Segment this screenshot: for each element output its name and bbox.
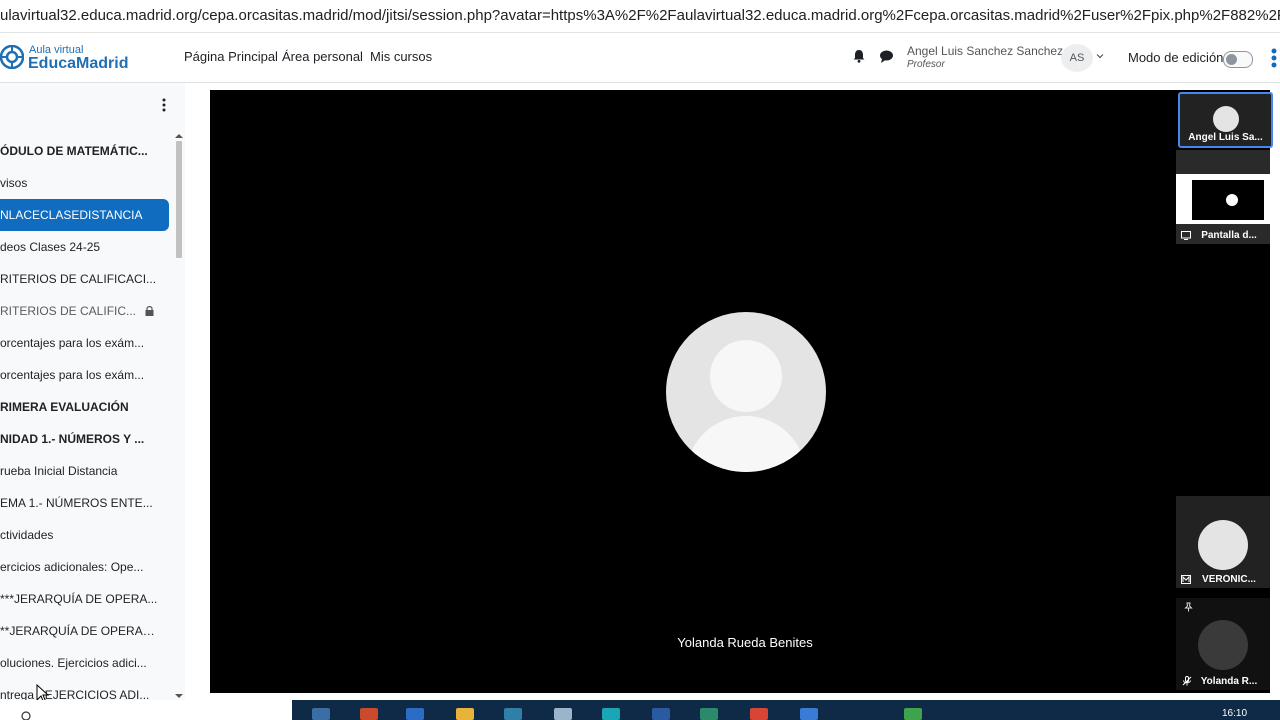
scroll-down-arrow-icon[interactable] xyxy=(175,693,183,699)
taskbar-apps-area xyxy=(292,700,1280,720)
course-index-label: ctividades xyxy=(0,528,54,542)
user-role: Profesor xyxy=(907,59,945,70)
course-index-label: RITERIOS DE CALIFIC... xyxy=(0,304,137,318)
app-icon[interactable] xyxy=(904,708,922,720)
user-name[interactable]: Angel Luis Sanchez Sanchez xyxy=(907,44,1063,58)
nav-pagina-principal[interactable]: Página Principal xyxy=(184,49,278,64)
edit-mode-label: Modo de edición xyxy=(1128,50,1224,65)
participants-filmstrip: Angel Luis Sa... Pantalla d... VERÓNIC..… xyxy=(1176,90,1280,700)
address-bar[interactable]: ulavirtual32.educa.madrid.org/cepa.orcas… xyxy=(0,0,1280,33)
task-view-icon[interactable] xyxy=(312,708,330,720)
toggle-knob xyxy=(1226,54,1237,65)
active-speaker-name: Yolanda Rueda Benites xyxy=(677,635,813,650)
course-index-item[interactable]: orcentajes para los exám... xyxy=(0,359,160,391)
course-index-item[interactable]: ercicios adicionales: Ope... xyxy=(0,551,160,583)
messages-icon[interactable] xyxy=(879,49,894,64)
course-index-label: deos Clases 24-25 xyxy=(0,240,101,254)
participant-avatar xyxy=(1198,620,1248,670)
course-index-section[interactable]: RIMERA EVALUACIÓN xyxy=(0,391,160,423)
course-index-item[interactable]: oluciones. Ejercicios adici... xyxy=(0,647,160,679)
app-icon[interactable] xyxy=(504,708,522,720)
course-index-list: ÓDULO DE MATEMÁTIC... visos NLACECLASEDIST… xyxy=(0,135,170,700)
course-index-item[interactable]: EMA 1.- NÚMEROS ENTE... xyxy=(0,487,160,519)
user-avatar[interactable]: AS xyxy=(1061,44,1093,72)
course-index-label: rueba Inicial Distancia xyxy=(0,464,118,478)
url-text[interactable]: ulavirtual32.educa.madrid.org/cepa.orcas… xyxy=(0,7,1280,24)
screen-share-preview xyxy=(1176,174,1270,224)
app-icon[interactable] xyxy=(554,708,572,720)
course-index-label: **JERARQUÍA DE OPERAC... xyxy=(0,624,160,638)
app-icon[interactable] xyxy=(800,708,818,720)
participant-avatar xyxy=(1213,106,1239,132)
course-index-item[interactable]: **JERARQUÍA DE OPERAC... xyxy=(0,615,160,647)
outlook-icon[interactable] xyxy=(406,708,424,720)
screen-share-tile[interactable]: Pantalla d... xyxy=(1176,150,1270,244)
course-index-label: orcentajes para los exám... xyxy=(0,368,145,382)
taskbar-clock[interactable]: 16:10 xyxy=(1222,708,1247,719)
edit-mode-toggle[interactable] xyxy=(1223,51,1253,68)
os-taskbar: 16:10 xyxy=(0,700,1280,720)
participant-avatar xyxy=(1198,520,1248,570)
course-index-label: ***JERARQUÍA DE OPERA... xyxy=(0,592,158,606)
chevron-down-icon[interactable] xyxy=(1096,52,1104,60)
lock-icon xyxy=(145,306,154,316)
chrome-icon[interactable] xyxy=(750,708,768,720)
participant-tile[interactable]: VERÓNIC... xyxy=(1176,496,1270,588)
course-index-label: RIMERA EVALUACIÓN xyxy=(0,400,129,414)
course-index-drawer: ÓDULO DE MATEMÁTIC... visos NLACECLASEDIST… xyxy=(0,83,185,700)
course-index-label: ÓDULO DE MATEMÁTIC... xyxy=(0,144,148,158)
participant-name: VERÓNIC... xyxy=(1202,574,1256,585)
video-stage[interactable]: Yolanda Rueda Benites xyxy=(210,90,1270,693)
course-index-label: ntrega - EJERCICIOS ADI... xyxy=(0,688,150,700)
logo-title: EducaMadrid xyxy=(28,55,129,72)
more-options-icon[interactable] xyxy=(160,98,168,112)
participant-tile[interactable]: Yolanda R... xyxy=(1176,598,1270,690)
drawer-scrollbar-thumb[interactable] xyxy=(176,141,182,258)
course-index-label: oluciones. Ejercicios adici... xyxy=(0,656,147,670)
course-index-section[interactable]: NIDAD 1.- NÚMEROS Y ... xyxy=(0,423,160,455)
nav-area-personal[interactable]: Área personal xyxy=(282,49,363,64)
file-explorer-icon[interactable] xyxy=(456,708,474,720)
course-index-label: orcentajes para los exám... xyxy=(0,336,145,350)
course-index-item[interactable]: RITERIOS DE CALIFIC... xyxy=(0,295,160,327)
speaker-avatar xyxy=(666,312,826,472)
educamadrid-logo[interactable]: Aula virtual EducaMadrid xyxy=(0,43,140,73)
course-index-label: EMA 1.- NÚMEROS ENTE... xyxy=(0,496,153,510)
participant-tile[interactable]: Angel Luis Sa... xyxy=(1178,92,1273,148)
pin-icon[interactable] xyxy=(1184,602,1193,612)
course-index-item[interactable]: visos xyxy=(0,167,160,199)
screen-share-avatar xyxy=(1226,194,1238,206)
search-icon[interactable] xyxy=(20,710,32,720)
course-index-item[interactable]: NLACECLASEDISTANCIA xyxy=(0,199,169,231)
avatar-head xyxy=(710,340,782,412)
course-index-item[interactable]: ***JERARQUÍA DE OPERA... xyxy=(0,583,160,615)
course-index-item[interactable]: deos Clases 24-25 xyxy=(0,231,160,263)
edge-icon[interactable] xyxy=(602,708,620,720)
participant-name: Yolanda R... xyxy=(1200,676,1258,687)
course-index-label: RITERIOS DE CALIFICACI... xyxy=(0,272,157,286)
course-index-item[interactable]: rueba Inicial Distancia xyxy=(0,455,160,487)
avatar-body xyxy=(686,416,806,472)
course-index-item[interactable]: ntrega - EJERCICIOS ADI... xyxy=(0,679,160,700)
course-index-item[interactable]: orcentajes para los exám... xyxy=(0,327,160,359)
nav-mis-cursos[interactable]: Mis cursos xyxy=(370,49,432,64)
educamadrid-logo-icon xyxy=(0,45,24,69)
top-navbar: Aula virtual EducaMadrid Página Principa… xyxy=(0,33,1280,83)
course-index-item[interactable]: RITERIOS DE CALIFICACI... xyxy=(0,263,160,295)
scroll-up-arrow-icon[interactable] xyxy=(175,133,183,139)
course-index-item[interactable]: ctividades xyxy=(0,519,160,551)
word-icon[interactable] xyxy=(652,708,670,720)
apps-grid-icon[interactable] xyxy=(1269,48,1280,68)
participant-name: Pantalla d... xyxy=(1201,230,1257,241)
course-index-section[interactable]: ÓDULO DE MATEMÁTIC... xyxy=(0,135,160,167)
course-index-label: visos xyxy=(0,176,28,190)
course-index-label: NIDAD 1.- NÚMEROS Y ... xyxy=(0,432,145,446)
app-icon[interactable] xyxy=(700,708,718,720)
participant-name: Angel Luis Sa... xyxy=(1188,132,1263,143)
course-index-label: ercicios adicionales: Ope... xyxy=(0,560,144,574)
notifications-bell-icon[interactable] xyxy=(852,49,866,63)
powerpoint-icon[interactable] xyxy=(360,708,378,720)
course-index-label: NLACECLASEDISTANCIA xyxy=(0,208,143,222)
